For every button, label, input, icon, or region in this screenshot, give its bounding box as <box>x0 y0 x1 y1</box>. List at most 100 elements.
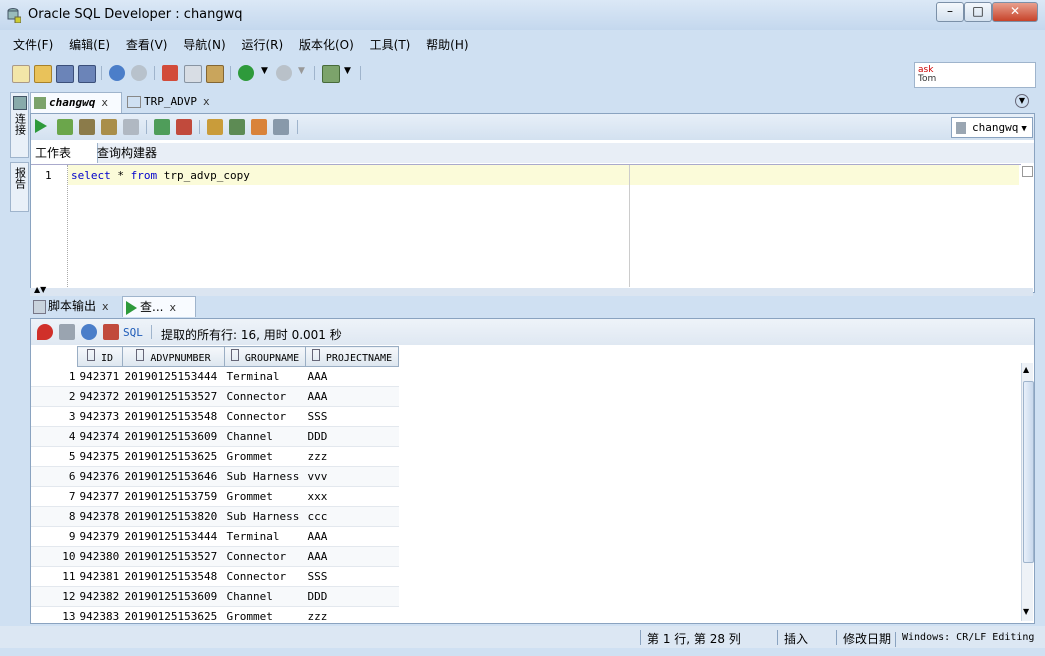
paste-icon[interactable] <box>206 65 224 83</box>
cell-groupname[interactable]: Terminal <box>224 526 306 547</box>
table-row[interactable]: 7 942377 20190125153759 Grommet xxx <box>31 486 399 507</box>
table-row[interactable]: 10 942380 20190125153527 Connector AAA <box>31 546 399 567</box>
copy-icon[interactable] <box>184 65 202 83</box>
code-editor[interactable]: 1 select * from trp_advp_copy <box>31 164 1021 288</box>
close-tab-icon[interactable]: x <box>169 301 176 314</box>
column-header-advpnumber[interactable]: ADVPNUMBER <box>122 346 225 367</box>
cell-id[interactable]: 942379 <box>77 526 123 547</box>
cell-groupname[interactable]: Sub Harness <box>224 466 306 487</box>
panel-splitter[interactable]: ▲▼ <box>30 285 1033 296</box>
close-tab-icon[interactable]: x <box>203 95 210 108</box>
autotrace-icon[interactable] <box>79 119 95 135</box>
cell-groupname[interactable]: Connector <box>224 406 306 427</box>
cell-groupname[interactable]: Connector <box>224 546 306 567</box>
menu-view[interactable]: 查看(V) <box>121 34 173 55</box>
cell-advpnumber[interactable]: 20190125153548 <box>122 566 225 587</box>
table-row[interactable]: 1 942371 20190125153444 Terminal AAA <box>31 366 399 387</box>
cell-advpnumber[interactable]: 20190125153527 <box>122 546 225 567</box>
cell-advpnumber[interactable]: 20190125153646 <box>122 466 225 487</box>
to-upper-lower-icon[interactable] <box>229 119 245 135</box>
cell-advpnumber[interactable]: 20190125153625 <box>122 446 225 467</box>
redo-icon[interactable] <box>131 65 147 81</box>
cell-id[interactable]: 942373 <box>77 406 123 427</box>
refresh-icon[interactable] <box>81 324 97 340</box>
cell-groupname[interactable]: Channel <box>224 426 306 447</box>
cell-groupname[interactable]: Connector <box>224 566 306 587</box>
new-file-icon[interactable] <box>12 65 30 83</box>
forward-icon[interactable] <box>276 65 292 81</box>
cell-projectname[interactable]: AAA <box>305 366 399 387</box>
cell-id[interactable]: 942381 <box>77 566 123 587</box>
ask-search-box[interactable]: ask Tom <box>914 62 1036 88</box>
sql-tuning-icon[interactable] <box>123 119 139 135</box>
tab-worksheet[interactable]: 工作表 <box>31 143 98 163</box>
cell-groupname[interactable]: Grommet <box>224 606 306 627</box>
cell-groupname[interactable]: Terminal <box>224 366 306 387</box>
pin-icon[interactable] <box>37 324 53 340</box>
close-tab-icon[interactable]: x <box>102 300 109 313</box>
chevron-down-icon[interactable]: ▼ <box>261 66 268 76</box>
cell-projectname[interactable]: zzz <box>305 446 399 467</box>
cell-advpnumber[interactable]: 20190125153759 <box>122 486 225 507</box>
cell-groupname[interactable]: Connector <box>224 386 306 407</box>
menu-help[interactable]: 帮助(H) <box>421 34 473 55</box>
cell-projectname[interactable]: DDD <box>305 426 399 447</box>
clear-icon[interactable] <box>251 119 267 135</box>
table-row[interactable]: 13 942383 20190125153625 Grommet zzz <box>31 606 399 627</box>
table-row[interactable]: 5 942375 20190125153625 Grommet zzz <box>31 446 399 467</box>
cell-id[interactable]: 942376 <box>77 466 123 487</box>
table-row[interactable]: 2 942372 20190125153527 Connector AAA <box>31 386 399 407</box>
vertical-scrollbar[interactable]: ▲ ▼ <box>1021 363 1034 621</box>
cell-advpnumber[interactable]: 20190125153609 <box>122 426 225 447</box>
minimize-button[interactable]: – <box>936 2 964 22</box>
cell-id[interactable]: 942377 <box>77 486 123 507</box>
cell-advpnumber[interactable]: 20190125153609 <box>122 586 225 607</box>
cell-id[interactable]: 942371 <box>77 366 123 387</box>
table-row[interactable]: 12 942382 20190125153609 Channel DDD <box>31 586 399 607</box>
save-all-icon[interactable] <box>78 65 96 83</box>
save-icon[interactable] <box>56 65 74 83</box>
cell-projectname[interactable]: ccc <box>305 506 399 527</box>
cell-id[interactable]: 942383 <box>77 606 123 627</box>
explain-plan-icon[interactable] <box>101 119 117 135</box>
cell-groupname[interactable]: Sub Harness <box>224 506 306 527</box>
cell-groupname[interactable]: Channel <box>224 586 306 607</box>
commit-icon[interactable] <box>154 119 170 135</box>
chevron-down-icon[interactable]: ▼ <box>344 66 351 76</box>
rollback-icon[interactable] <box>176 119 192 135</box>
column-header-id[interactable]: ID <box>77 346 123 367</box>
tab-query-result[interactable]: 查... x <box>122 296 196 317</box>
tab-query-builder[interactable]: 查询构建器 <box>93 143 161 163</box>
sql-history-icon[interactable] <box>273 119 289 135</box>
cell-id[interactable]: 942375 <box>77 446 123 467</box>
cell-projectname[interactable]: AAA <box>305 386 399 407</box>
cell-advpnumber[interactable]: 20190125153820 <box>122 506 225 527</box>
cell-advpnumber[interactable]: 20190125153548 <box>122 406 225 427</box>
collapse-up-icon[interactable]: ▲▼ <box>34 285 46 294</box>
back-icon[interactable] <box>238 65 254 81</box>
connections-side-tab[interactable]: 连接 <box>10 92 29 158</box>
cell-advpnumber[interactable]: 20190125153444 <box>122 366 225 387</box>
close-button[interactable]: ✕ <box>992 2 1038 22</box>
open-folder-icon[interactable] <box>34 65 52 83</box>
scroll-up-icon[interactable]: ▲ <box>1023 365 1029 374</box>
table-row[interactable]: 11 942381 20190125153548 Connector SSS <box>31 566 399 587</box>
table-row[interactable]: 8 942378 20190125153820 Sub Harness ccc <box>31 506 399 527</box>
menu-run[interactable]: 运行(R) <box>236 34 288 55</box>
cell-id[interactable]: 942378 <box>77 506 123 527</box>
chevron-down-icon[interactable]: ▼ <box>298 66 305 76</box>
table-row[interactable]: 4 942374 20190125153609 Channel DDD <box>31 426 399 447</box>
run-script-icon[interactable] <box>57 119 73 135</box>
undo-icon[interactable] <box>109 65 125 81</box>
cell-id[interactable]: 942380 <box>77 546 123 567</box>
tab-list-dropdown-icon[interactable]: ▼ <box>1015 94 1029 108</box>
cell-projectname[interactable]: DDD <box>305 586 399 607</box>
cell-groupname[interactable]: Grommet <box>224 446 306 467</box>
cell-id[interactable]: 942382 <box>77 586 123 607</box>
cell-groupname[interactable]: Grommet <box>224 486 306 507</box>
maximize-button[interactable]: □ <box>964 2 992 22</box>
close-tab-icon[interactable]: x <box>101 96 108 109</box>
cell-projectname[interactable]: AAA <box>305 526 399 547</box>
cut-icon[interactable] <box>162 65 178 81</box>
menu-edit[interactable]: 编辑(E) <box>64 34 115 55</box>
